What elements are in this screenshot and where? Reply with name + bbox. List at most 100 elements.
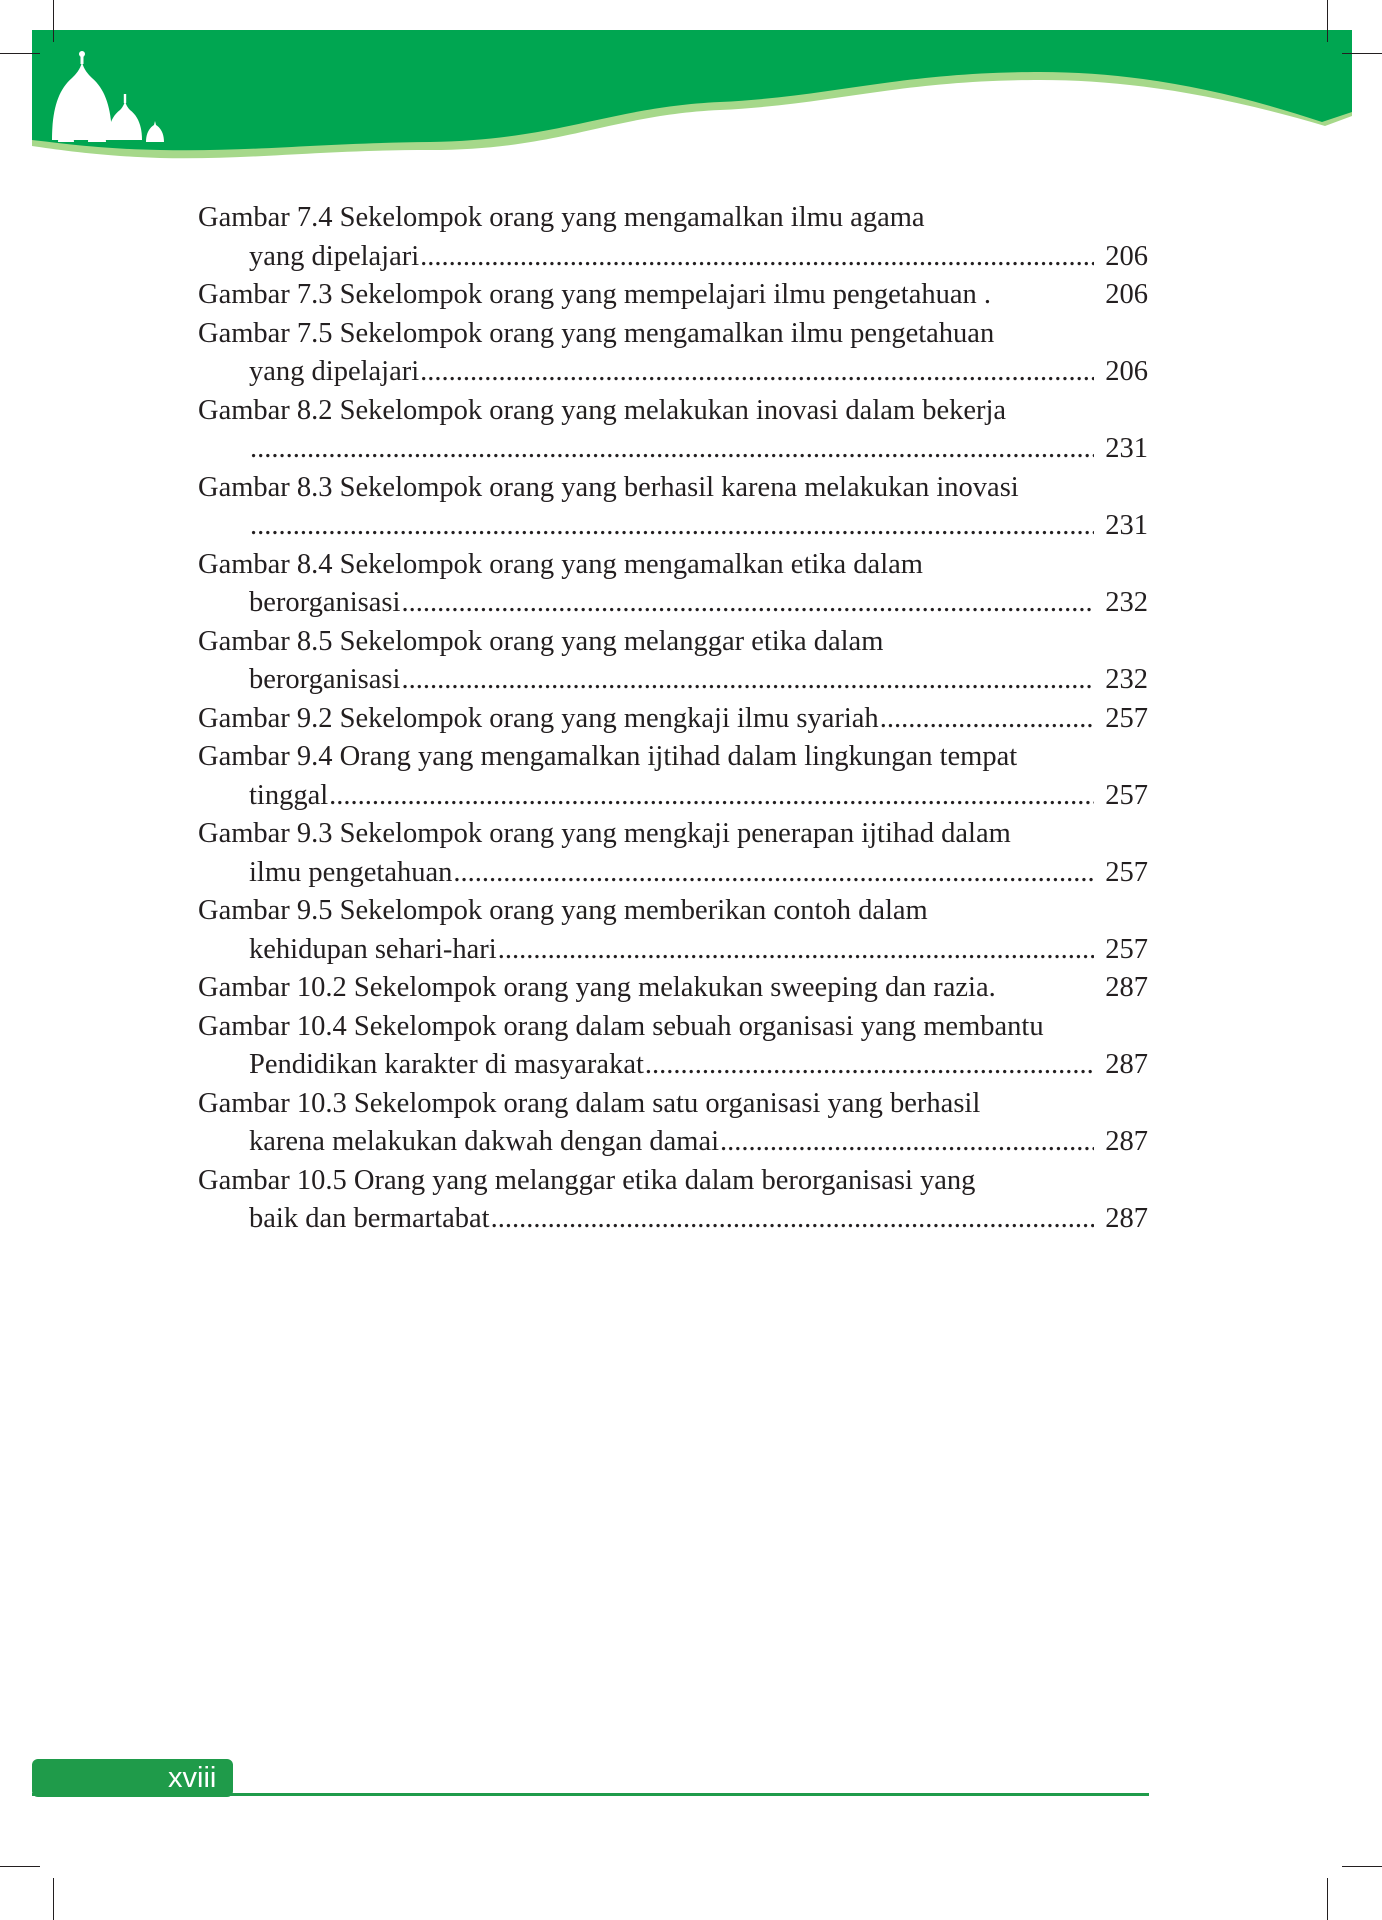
toc-entry: Gambar 7.5 Sekelompok orang yang mengama… bbox=[198, 315, 1148, 392]
toc-entry-text: yang dipelajari bbox=[249, 356, 420, 387]
toc-entry-line: ilmu pengetahuan .......................… bbox=[198, 854, 1148, 893]
page-number-ref: 257 bbox=[1105, 856, 1148, 888]
page-number-ref: 231 bbox=[1105, 510, 1148, 541]
toc-entry: Gambar 7.4 Sekelompok orang yang mengama… bbox=[198, 199, 1148, 276]
toc-entry-line: Gambar 7.5 Sekelompok orang yang mengama… bbox=[198, 315, 1148, 354]
page-number-ref: 206 bbox=[1105, 240, 1148, 272]
page-number-ref: 287 bbox=[1105, 972, 1148, 1003]
crop-mark bbox=[1342, 1866, 1382, 1867]
dot-leader: ........................................… bbox=[644, 1049, 1094, 1080]
toc-entry-text: baik dan bermartabat bbox=[249, 1203, 490, 1234]
crop-mark bbox=[53, 0, 54, 42]
toc-entry-line: Gambar 9.4 Orang yang mengamalkan ijtiha… bbox=[198, 738, 1148, 777]
crop-mark bbox=[53, 1878, 54, 1920]
crop-mark bbox=[1327, 1878, 1328, 1920]
page-number-ref: 206 bbox=[1105, 356, 1148, 387]
toc-entry-line: Gambar 7.4 Sekelompok orang yang mengama… bbox=[198, 199, 1148, 238]
toc-entry-text: Gambar 7.4 Sekelompok orang yang mengama… bbox=[198, 202, 925, 233]
toc-entry-line: baik dan bermartabat....................… bbox=[198, 1200, 1148, 1239]
toc-entry-text: yang dipelajari bbox=[249, 240, 420, 272]
toc-entry-text: Gambar 7.3 Sekelompok orang yang mempela… bbox=[198, 279, 992, 310]
header-banner bbox=[32, 30, 1352, 159]
toc-entry-text: Gambar 10.3 Sekelompok orang dalam satu … bbox=[198, 1087, 981, 1119]
page-number-ref: 257 bbox=[1105, 702, 1148, 734]
toc-entry-line: kehidupan sehari-hari...................… bbox=[198, 931, 1148, 970]
toc-entry-text: Gambar 9.3 Sekelompok orang yang mengkaj… bbox=[198, 818, 1011, 849]
toc-entry-line: yang dipelajari.........................… bbox=[198, 353, 1148, 392]
toc-entry: Gambar 10.4 Sekelompok orang dalam sebua… bbox=[198, 1008, 1148, 1085]
dot-leader: ........................................… bbox=[879, 702, 1094, 734]
toc-entry-line: Gambar 9.2 Sekelompok orang yang mengkaj… bbox=[198, 700, 1148, 739]
toc-entry-line: Gambar 8.2 Sekelompok orang yang melakuk… bbox=[198, 392, 1148, 431]
toc-entry-line: Gambar 10.4 Sekelompok orang dalam sebua… bbox=[198, 1008, 1148, 1047]
toc-entry-line: Gambar 8.5 Sekelompok orang yang melangg… bbox=[198, 623, 1148, 662]
page-number-ref: 232 bbox=[1105, 587, 1148, 618]
toc-entry-text: Gambar 9.4 Orang yang mengamalkan ijtiha… bbox=[198, 741, 1018, 772]
toc-entry-line: Gambar 9.3 Sekelompok orang yang mengkaj… bbox=[198, 815, 1148, 854]
page-number-ref: 257 bbox=[1105, 779, 1148, 811]
toc-entry: Gambar 9.2 Sekelompok orang yang mengkaj… bbox=[198, 700, 1148, 739]
crop-mark bbox=[0, 1866, 40, 1867]
page-number-ref: 206 bbox=[1105, 279, 1148, 310]
page-number-ref: 257 bbox=[1105, 933, 1148, 965]
dot-leader: ........................................… bbox=[453, 856, 1094, 888]
page-number-ref: 232 bbox=[1105, 664, 1148, 695]
page-number-ref: 231 bbox=[1105, 433, 1148, 464]
toc-entry-text: Gambar 10.5 Orang yang melanggar etika d… bbox=[198, 1164, 976, 1196]
page-number: xviii bbox=[168, 1762, 217, 1794]
dot-leader: ........................................… bbox=[420, 356, 1094, 387]
toc-entry-text: Gambar 7.5 Sekelompok orang yang mengama… bbox=[198, 317, 995, 349]
toc-entry-text: Gambar 8.4 Sekelompok orang yang mengama… bbox=[198, 548, 923, 580]
toc-entry-text: Gambar 8.5 Sekelompok orang yang melangg… bbox=[198, 625, 884, 657]
toc-entry-line: berorganisasi...........................… bbox=[198, 661, 1148, 700]
dot-leader: ........................................… bbox=[329, 779, 1094, 811]
crop-mark bbox=[1327, 0, 1328, 42]
toc-entry-text: tinggal bbox=[249, 779, 329, 811]
toc-entry-line: ........................................… bbox=[198, 430, 1148, 469]
toc-entry-text: Gambar 8.3 Sekelompok orang yang berhasi… bbox=[198, 471, 1019, 503]
footer-rule bbox=[32, 1793, 1149, 1796]
dot-leader: ........................................… bbox=[401, 664, 1094, 695]
dot-leader: ........................................… bbox=[401, 587, 1094, 618]
toc-entry-text: Gambar 8.2 Sekelompok orang yang melakuk… bbox=[198, 394, 1007, 426]
dot-leader: ........................................… bbox=[720, 1126, 1094, 1157]
toc-entry-line: tinggal.................................… bbox=[198, 777, 1148, 816]
toc-entry: Gambar 10.5 Orang yang melanggar etika d… bbox=[198, 1162, 1148, 1239]
toc-entry: Gambar 8.5 Sekelompok orang yang melangg… bbox=[198, 623, 1148, 700]
toc-entry-line: karena melakukan dakwah dengan damai....… bbox=[198, 1123, 1148, 1162]
toc-entry-text: Gambar 9.5 Sekelompok orang yang memberi… bbox=[198, 895, 928, 926]
dot-leader: ........................................… bbox=[497, 933, 1094, 965]
toc-entry-text: kehidupan sehari-hari bbox=[249, 933, 497, 965]
page-number-ref: 287 bbox=[1105, 1126, 1148, 1157]
toc-entry: Gambar 8.2 Sekelompok orang yang melakuk… bbox=[198, 392, 1148, 469]
toc-entry: Gambar 10.2 Sekelompok orang yang melaku… bbox=[198, 969, 1148, 1008]
toc-entry: Gambar 8.4 Sekelompok orang yang mengama… bbox=[198, 546, 1148, 623]
toc-entry-line: berorganisasi...........................… bbox=[198, 584, 1148, 623]
toc-entry-line: Gambar 10.5 Orang yang melanggar etika d… bbox=[198, 1162, 1148, 1201]
page-number-ref: 287 bbox=[1105, 1049, 1148, 1080]
crop-mark bbox=[1342, 53, 1382, 54]
toc-entry: Gambar 7.3 Sekelompok orang yang mempela… bbox=[198, 276, 1148, 315]
toc-entry-line: Gambar 8.3 Sekelompok orang yang berhasi… bbox=[198, 469, 1148, 508]
toc-entry-line: Gambar 10.2 Sekelompok orang yang melaku… bbox=[198, 969, 1148, 1008]
toc-entry-line: Gambar 10.3 Sekelompok orang dalam satu … bbox=[198, 1085, 1148, 1124]
toc-entry: Gambar 9.4 Orang yang mengamalkan ijtiha… bbox=[198, 738, 1148, 815]
dot-leader: ........................................… bbox=[250, 433, 1094, 464]
dot-leader: ........................................… bbox=[420, 240, 1094, 272]
toc-entry-line: ........................................… bbox=[198, 507, 1148, 546]
toc-entry-text: Gambar 10.2 Sekelompok orang yang melaku… bbox=[198, 972, 996, 1003]
toc-entry-text: Gambar 10.4 Sekelompok orang dalam sebua… bbox=[198, 1010, 1044, 1042]
toc-entry-line: Pendidikan karakter di masyarakat ......… bbox=[198, 1046, 1148, 1085]
list-of-figures: Gambar 7.4 Sekelompok orang yang mengama… bbox=[198, 199, 1148, 1239]
toc-entry-text: Pendidikan karakter di masyarakat bbox=[249, 1049, 644, 1080]
toc-entry-text: karena melakukan dakwah dengan damai bbox=[249, 1126, 720, 1157]
toc-entry: Gambar 10.3 Sekelompok orang dalam satu … bbox=[198, 1085, 1148, 1162]
toc-entry-line: Gambar 8.4 Sekelompok orang yang mengama… bbox=[198, 546, 1148, 585]
toc-entry: Gambar 9.3 Sekelompok orang yang mengkaj… bbox=[198, 815, 1148, 892]
toc-entry-text: Gambar 9.2 Sekelompok orang yang mengkaj… bbox=[198, 702, 879, 734]
toc-entry: Gambar 9.5 Sekelompok orang yang memberi… bbox=[198, 892, 1148, 969]
toc-entry-text: ilmu pengetahuan bbox=[249, 856, 453, 888]
toc-entry: Gambar 8.3 Sekelompok orang yang berhasi… bbox=[198, 469, 1148, 546]
toc-entry-line: Gambar 9.5 Sekelompok orang yang memberi… bbox=[198, 892, 1148, 931]
dot-leader: ........................................… bbox=[490, 1203, 1094, 1234]
